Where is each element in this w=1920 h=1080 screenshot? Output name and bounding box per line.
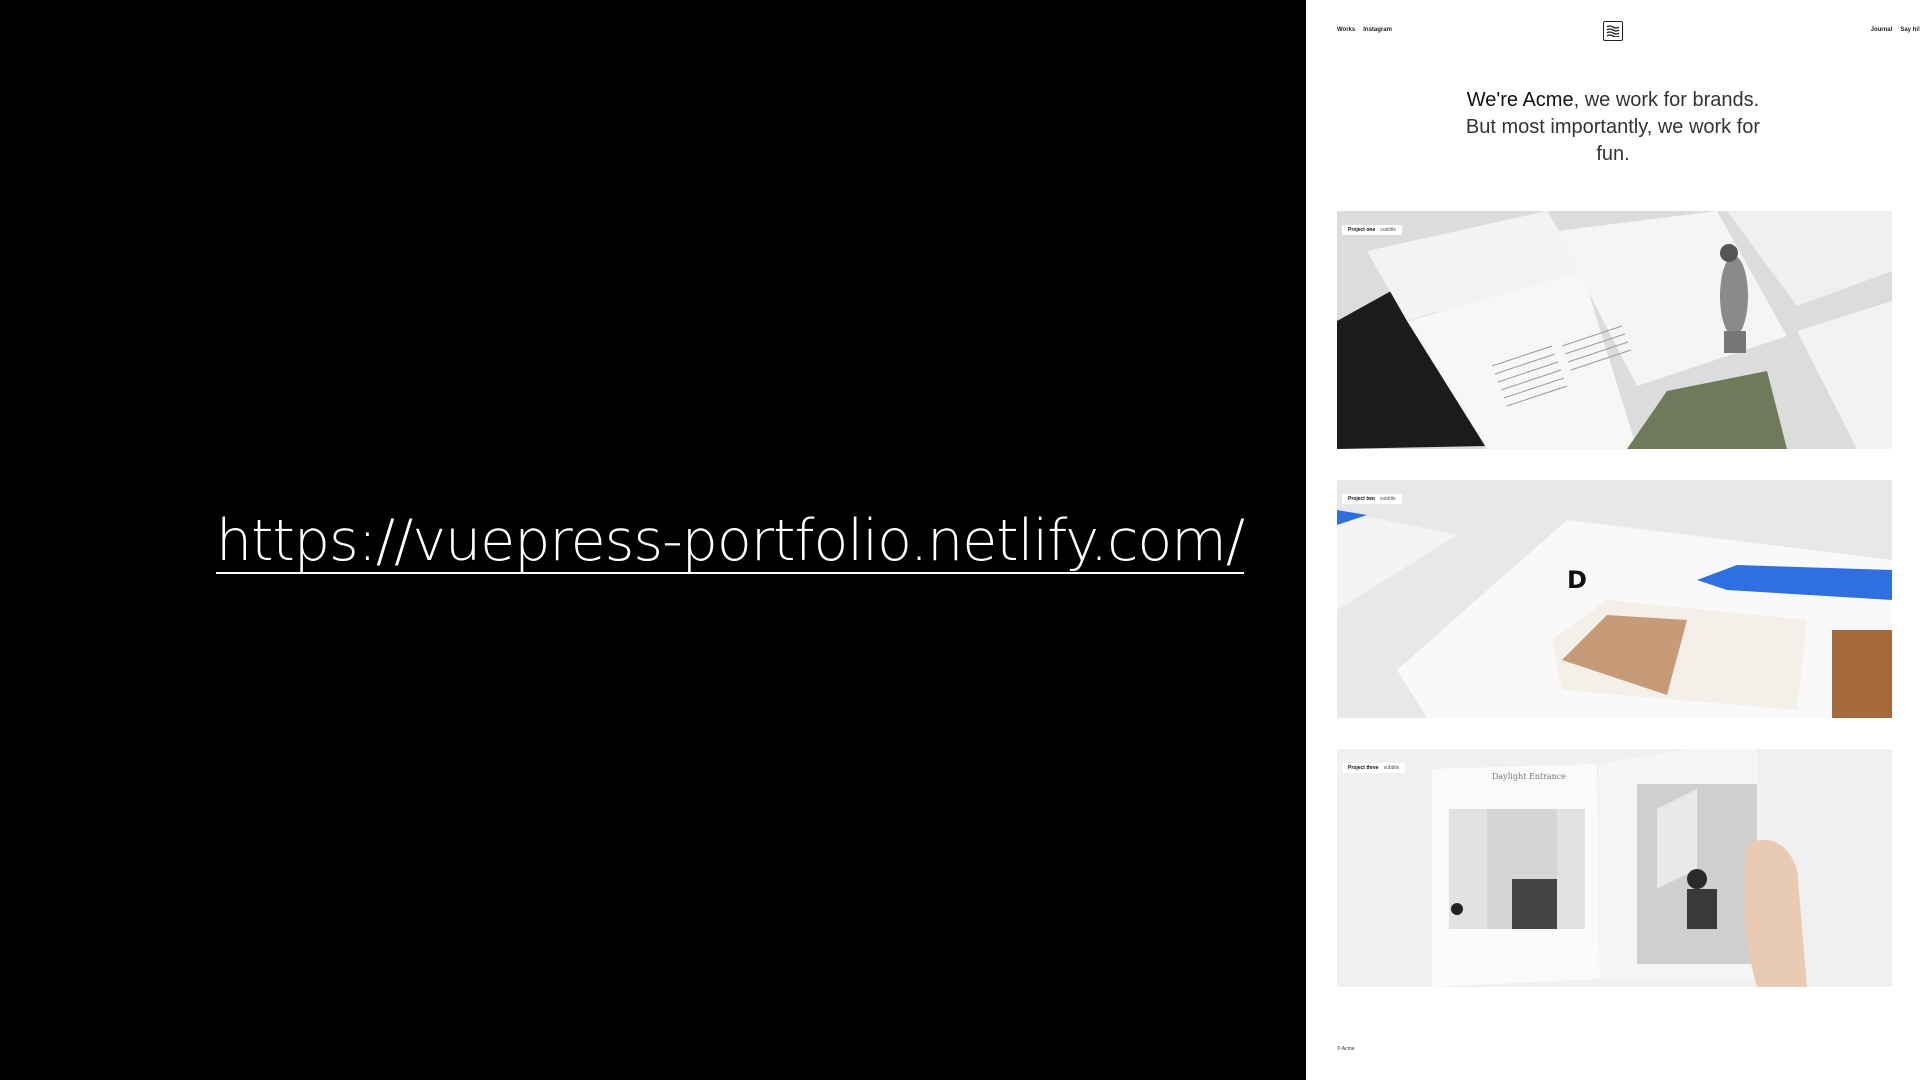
wave-logo-icon[interactable] — [1603, 21, 1623, 41]
intro-line-3: fun. — [1596, 143, 1630, 165]
project-three-image: Daylight Entrance — [1337, 749, 1892, 987]
intro-brand: We're Acme — [1466, 89, 1574, 111]
nav-link-works[interactable]: Works — [1337, 27, 1355, 33]
intro-line-1-rest: , we work for brands. — [1573, 89, 1760, 111]
nav-link-instagram[interactable]: Instagram — [1363, 27, 1392, 33]
project-three-subtitle: subtitle — [1383, 765, 1400, 771]
project-three-label: Project three subtitle — [1342, 763, 1406, 773]
project-one-label: Project one subtitle — [1342, 225, 1403, 235]
project-two-subtitle: subtitle — [1379, 496, 1396, 502]
intro-line-1: We're Acme, we work for brands. — [1306, 87, 1920, 114]
project-three-book-heading: Daylight Entrance — [1492, 772, 1566, 781]
project-one-title: Project one — [1348, 227, 1376, 233]
nav-left-group: Works Instagram — [1337, 27, 1392, 33]
nav-link-say-hi[interactable]: Say hi! — [1900, 27, 1920, 33]
project-one-image — [1337, 211, 1892, 449]
project-one-subtitle: subtitle — [1380, 227, 1397, 233]
site-footer: © Acme — [1337, 1046, 1355, 1052]
project-card-three[interactable]: Daylight Entrance Project three subtitle — [1337, 749, 1892, 987]
top-navigation: Works Instagram Journal Say hi! — [1337, 27, 1920, 41]
project-two-label: Project two subtitle — [1342, 494, 1402, 504]
project-two-title: Project two — [1348, 496, 1375, 502]
portfolio-site-preview: Works Instagram Journal Say hi! We're Ac… — [1306, 0, 1920, 1080]
project-three-title: Project three — [1348, 765, 1379, 771]
svg-text:D: D — [1567, 566, 1587, 594]
project-card-two[interactable]: D Project two subtitle — [1337, 480, 1892, 718]
project-two-image: D — [1337, 480, 1892, 718]
project-card-one[interactable]: Project one subtitle — [1337, 211, 1892, 449]
presentation-slide: https://vuepress-portfolio.netlify.com/ — [0, 0, 1306, 1080]
intro-headline: We're Acme, we work for brands. But most… — [1306, 87, 1920, 168]
nav-right-group: Journal Say hi! — [1871, 27, 1920, 33]
portfolio-url-link[interactable]: https://vuepress-portfolio.netlify.com/ — [216, 508, 1245, 574]
intro-line-2: But most importantly, we work for — [1465, 116, 1761, 138]
nav-link-journal[interactable]: Journal — [1871, 27, 1893, 33]
